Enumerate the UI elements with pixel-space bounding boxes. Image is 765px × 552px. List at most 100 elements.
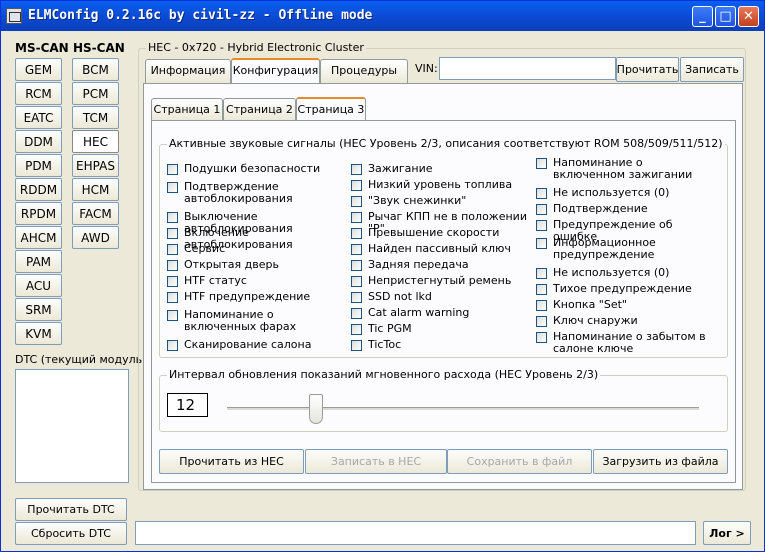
checkbox-box[interactable]	[167, 276, 178, 287]
write-to-hec-button[interactable]: Записать в HEC	[305, 449, 447, 474]
checkbox-box[interactable]	[351, 164, 362, 175]
vin-write-button[interactable]: Записать	[680, 57, 744, 82]
module-kvm-button[interactable]: KVM	[15, 322, 62, 345]
checkbox-box[interactable]	[536, 316, 547, 327]
tab-info[interactable]: Информация	[145, 59, 231, 83]
module-srm-button[interactable]: SRM	[15, 298, 62, 321]
checkbox-box[interactable]	[351, 196, 362, 207]
checkbox-box[interactable]	[167, 292, 178, 303]
checkbox-box[interactable]	[167, 182, 178, 193]
checkbox-box[interactable]	[167, 310, 178, 321]
sound-checkbox[interactable]: Tic PGM	[351, 323, 531, 335]
tab-page-1[interactable]: Страница 1	[151, 98, 223, 120]
checkbox-box[interactable]	[536, 284, 547, 295]
checkbox-box[interactable]	[351, 340, 362, 351]
checkbox-box[interactable]	[351, 292, 362, 303]
sound-checkbox[interactable]: Найден пассивный ключ	[351, 243, 531, 255]
sound-checkbox[interactable]: Низкий уровень топлива	[351, 179, 531, 191]
sound-checkbox[interactable]: Открытая дверь	[167, 259, 347, 271]
checkbox-box[interactable]	[536, 332, 547, 343]
sound-checkbox[interactable]: Задняя передача	[351, 259, 531, 271]
sound-checkbox[interactable]: Напоминание о забытом в салоне ключе	[536, 331, 706, 355]
module-ehpas-button[interactable]: EHPAS	[72, 154, 119, 177]
checkbox-box[interactable]	[351, 212, 362, 223]
load-from-file-button[interactable]: Загрузить из файла	[593, 449, 728, 474]
module-pam-button[interactable]: PAM	[15, 250, 62, 273]
sound-checkbox[interactable]: Подтверждение	[536, 203, 706, 215]
sound-checkbox[interactable]: Не используется (0)	[536, 267, 706, 279]
checkbox-box[interactable]	[167, 244, 178, 255]
checkbox-box[interactable]	[536, 158, 547, 169]
checkbox-box[interactable]	[536, 188, 547, 199]
module-awd-button[interactable]: AWD	[72, 226, 119, 249]
sound-checkbox[interactable]: Cat alarm warning	[351, 307, 531, 319]
checkbox-box[interactable]	[167, 164, 178, 175]
sound-checkbox[interactable]: Не используется (0)	[536, 187, 706, 199]
close-button[interactable]: ✕	[738, 6, 759, 27]
module-ddm-button[interactable]: DDM	[15, 130, 62, 153]
checkbox-box[interactable]	[351, 276, 362, 287]
checkbox-box[interactable]	[536, 204, 547, 215]
minimize-button[interactable]: _	[692, 6, 713, 27]
module-gem-button[interactable]: GEM	[15, 58, 62, 81]
sound-checkbox[interactable]: Ключ снаружи	[536, 315, 706, 327]
checkbox-box[interactable]	[536, 300, 547, 311]
sound-checkbox[interactable]: Сканирование салона	[167, 339, 347, 351]
vin-read-button[interactable]: Прочитать	[616, 57, 679, 82]
reset-dtc-button[interactable]: Сбросить DTC	[15, 522, 127, 545]
module-rcm-button[interactable]: RCM	[15, 82, 62, 105]
module-hec-button[interactable]: HEC	[72, 130, 119, 153]
sound-checkbox[interactable]: HTF статус	[167, 275, 347, 287]
sound-checkbox[interactable]: SSD not lkd	[351, 291, 531, 303]
sound-checkbox[interactable]: Напоминание о включенных фарах	[167, 309, 347, 333]
checkbox-box[interactable]	[536, 268, 547, 279]
checkbox-box[interactable]	[351, 244, 362, 255]
sound-checkbox[interactable]: Кнопка "Set"	[536, 299, 706, 311]
checkbox-box[interactable]	[536, 238, 547, 249]
checkbox-box[interactable]	[351, 180, 362, 191]
checkbox-box[interactable]	[351, 308, 362, 319]
module-pcm-button[interactable]: PCM	[72, 82, 119, 105]
sound-checkbox[interactable]: Превышение скорости	[351, 227, 531, 239]
sound-checkbox[interactable]: Зажигание	[351, 163, 531, 175]
interval-slider-track[interactable]	[227, 407, 699, 411]
checkbox-box[interactable]	[536, 220, 547, 231]
sound-checkbox[interactable]: Подушки безопасности	[167, 163, 347, 175]
checkbox-box[interactable]	[351, 228, 362, 239]
module-rpdm-button[interactable]: RPDM	[15, 202, 62, 225]
tab-page-3[interactable]: Страница 3	[296, 97, 366, 121]
sound-checkbox[interactable]: Сервис	[167, 243, 347, 255]
sound-checkbox[interactable]: TicToc	[351, 339, 531, 351]
sound-checkbox[interactable]: "Звук снежинки"	[351, 195, 531, 207]
sound-checkbox[interactable]: Тихое предупреждение	[536, 283, 706, 295]
read-from-hec-button[interactable]: Прочитать из HEC	[159, 449, 304, 474]
sound-checkbox[interactable]: Напоминание о включенном зажигании	[536, 157, 706, 181]
tab-page-2[interactable]: Страница 2	[223, 98, 296, 120]
module-pdm-button[interactable]: PDM	[15, 154, 62, 177]
sound-checkbox[interactable]: Подтверждение автоблокирования	[167, 181, 347, 205]
module-ahcm-button[interactable]: AHCM	[15, 226, 62, 249]
log-button[interactable]: Лог >	[703, 521, 751, 545]
checkbox-box[interactable]	[167, 340, 178, 351]
module-tcm-button[interactable]: TCM	[72, 106, 119, 129]
module-bcm-button[interactable]: BCM	[72, 58, 119, 81]
sound-checkbox[interactable]: HTF предупреждение	[167, 291, 347, 303]
checkbox-box[interactable]	[167, 260, 178, 271]
vin-input[interactable]	[439, 57, 616, 80]
read-dtc-button[interactable]: Прочитать DTC	[15, 498, 127, 521]
save-to-file-button[interactable]: Сохранить в файл	[447, 449, 592, 474]
dtc-list[interactable]	[15, 369, 129, 483]
checkbox-box[interactable]	[351, 260, 362, 271]
tab-procedures[interactable]: Процедуры	[320, 59, 408, 83]
maximize-button[interactable]: □	[715, 6, 736, 27]
module-eatc-button[interactable]: EATC	[15, 106, 62, 129]
checkbox-box[interactable]	[167, 212, 178, 223]
module-rddm-button[interactable]: RDDM	[15, 178, 62, 201]
checkbox-box[interactable]	[351, 324, 362, 335]
checkbox-box[interactable]	[167, 228, 178, 239]
tab-configuration[interactable]: Конфигурация	[231, 58, 320, 83]
module-hcm-button[interactable]: HCM	[72, 178, 119, 201]
module-facm-button[interactable]: FACM	[72, 202, 119, 225]
module-acu-button[interactable]: ACU	[15, 274, 62, 297]
sound-checkbox[interactable]: Информационное предупреждение	[536, 237, 706, 261]
